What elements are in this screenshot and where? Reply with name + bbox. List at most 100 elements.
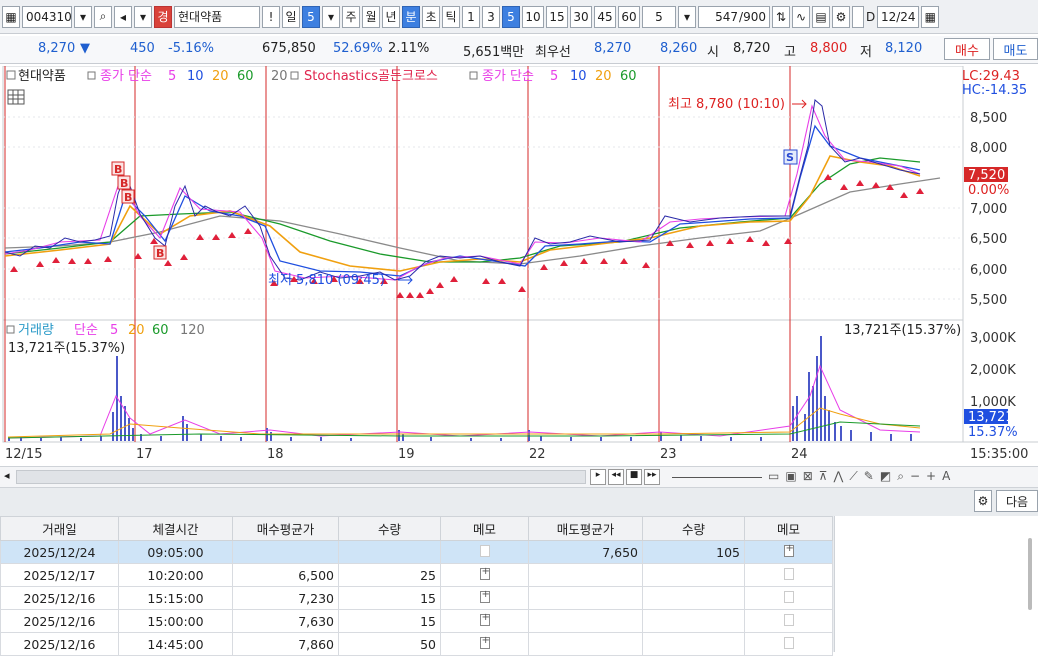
memo-icon[interactable]: [479, 635, 490, 649]
interval-5-button[interactable]: 5: [502, 5, 520, 28]
row-sell-memo[interactable]: [744, 563, 833, 587]
rewind-icon[interactable]: ◂◂: [608, 469, 624, 485]
col-sell-memo[interactable]: 메모: [744, 516, 833, 541]
scroll-left-icon[interactable]: ◂: [4, 469, 10, 482]
period-count-value[interactable]: 5: [302, 5, 320, 28]
row-buy-memo[interactable]: [440, 586, 529, 610]
scroll-track[interactable]: [16, 470, 586, 484]
split-icon[interactable]: ▣: [785, 469, 796, 484]
row-buy-memo[interactable]: [440, 563, 529, 587]
memo-icon[interactable]: [783, 590, 794, 603]
compare-icon[interactable]: ⊠: [803, 469, 813, 484]
line-draw-icon[interactable]: ⟋: [849, 469, 857, 484]
page-count-field[interactable]: 547/900: [698, 5, 770, 28]
turnover-ratio: 2.11%: [388, 41, 430, 56]
col-buy-memo[interactable]: 메모: [440, 516, 529, 541]
grid-settings-gear-icon[interactable]: ⚙: [974, 490, 992, 512]
col-sell-qty[interactable]: 수량: [642, 516, 745, 541]
sell-button[interactable]: 매도: [993, 38, 1038, 60]
date-input[interactable]: 12/24: [877, 5, 920, 28]
chart-scrollbar[interactable]: ◂ ▸ ◂◂ ■ ▸▸ ▭ ▣ ⊠ ⊼ ⋀ ⟋ ✎ ◩ ⌕ − + A: [0, 466, 1038, 488]
gear-icon[interactable]: ⚙: [832, 5, 850, 28]
period-year-button[interactable]: 년: [382, 5, 400, 28]
interval-15-button[interactable]: 15: [546, 5, 568, 28]
memo-icon[interactable]: [479, 566, 490, 580]
interval-30-button[interactable]: 30: [570, 5, 592, 28]
save-icon[interactable]: ▤: [812, 5, 830, 28]
memo-icon[interactable]: [783, 543, 794, 557]
interval-value-input[interactable]: 5: [642, 5, 676, 28]
svg-text:5,500: 5,500: [970, 293, 1007, 308]
stock-menu-icon[interactable]: ▦: [2, 5, 20, 28]
stock-name-field[interactable]: 현대약품: [174, 5, 260, 28]
period-week-button[interactable]: 주: [342, 5, 360, 28]
memo-icon[interactable]: [479, 589, 490, 603]
memo-icon[interactable]: [783, 636, 794, 649]
period-tick-button[interactable]: 틱: [442, 5, 460, 28]
interval-3-button[interactable]: 3: [482, 5, 500, 28]
period-second-button[interactable]: 초: [422, 5, 440, 28]
code-dropdown-icon[interactable]: ▾: [74, 5, 92, 28]
table-row[interactable]: 2025/12/16 14:45:00 7,860 50: [0, 632, 833, 656]
pen-icon[interactable]: ✎: [864, 469, 874, 484]
interval-60-button[interactable]: 60: [618, 5, 640, 28]
drawing-icon[interactable]: ∿: [792, 5, 810, 28]
row-buy-memo[interactable]: [440, 632, 529, 656]
window-icon[interactable]: ▭: [768, 469, 779, 484]
col-trade-date[interactable]: 거래일: [0, 516, 119, 541]
next-stock-icon[interactable]: ▾: [134, 5, 152, 28]
table-row[interactable]: 2025/12/16 15:00:00 7,630 15: [0, 609, 833, 633]
calendar-icon[interactable]: ▦: [921, 5, 940, 28]
trend-icon[interactable]: ⊼: [819, 469, 828, 484]
period-month-button[interactable]: 월: [362, 5, 380, 28]
table-row[interactable]: 2025/12/24 09:05:00 7,650 105: [0, 540, 833, 564]
col-buy-qty[interactable]: 수량: [338, 516, 441, 541]
row-buy-memo[interactable]: [440, 609, 529, 633]
row-sell-memo[interactable]: [744, 632, 833, 656]
next-page-button[interactable]: 다음: [996, 490, 1038, 512]
wave-icon[interactable]: ⋀: [834, 469, 844, 484]
indicator-icon[interactable]: ⇅: [772, 5, 790, 28]
memo-icon[interactable]: [783, 567, 794, 580]
memo-icon[interactable]: [783, 613, 794, 626]
memo-icon[interactable]: [479, 544, 490, 557]
chart-svg[interactable]: 현대약품 종가 단순 5 10 20 60 20 Stochastics골든크로…: [0, 65, 1038, 464]
col-sell-avg[interactable]: 매도평균가: [528, 516, 643, 541]
high-annotation: 최고 8,780 (10:10): [668, 97, 785, 112]
buy-button[interactable]: 매수: [944, 38, 990, 60]
memo-icon[interactable]: [479, 612, 490, 626]
table-row[interactable]: 2025/12/16 15:15:00 7,230 15: [0, 586, 833, 610]
zoom-icon[interactable]: ⌕: [897, 469, 904, 484]
fast-forward-icon[interactable]: ▸▸: [644, 469, 660, 485]
period-day-button[interactable]: 일: [282, 5, 300, 28]
interval-45-button[interactable]: 45: [594, 5, 616, 28]
zoom-in-icon[interactable]: +: [926, 469, 936, 484]
interval-10-button[interactable]: 10: [522, 5, 544, 28]
search-icon[interactable]: ⌕: [94, 5, 112, 28]
row-buy-memo[interactable]: [440, 540, 529, 564]
data-table-icon[interactable]: [7, 89, 25, 105]
table-row[interactable]: 2025/12/17 10:20:00 6,500 25: [0, 563, 833, 587]
row-sell-memo[interactable]: [744, 540, 833, 564]
row-buy-qty: [338, 540, 441, 564]
col-buy-avg[interactable]: 매수평균가: [232, 516, 339, 541]
period-minute-button[interactable]: 분: [402, 5, 420, 28]
col-exec-time[interactable]: 체결시간: [118, 516, 233, 541]
stop-icon[interactable]: ■: [626, 469, 642, 485]
period-dropdown-icon[interactable]: ▾: [322, 5, 340, 28]
stock-code-input[interactable]: 004310: [22, 5, 72, 28]
interval-dropdown-icon[interactable]: ▾: [678, 5, 696, 28]
zoom-ruler[interactable]: [672, 477, 762, 478]
alert-button[interactable]: !: [262, 5, 280, 28]
text-tool-icon[interactable]: A: [942, 469, 950, 484]
interval-1-button[interactable]: 1: [462, 5, 480, 28]
row-sell-memo[interactable]: [744, 609, 833, 633]
date-checkbox[interactable]: [852, 5, 864, 28]
row-sell-memo[interactable]: [744, 586, 833, 610]
grid-scrollbar-thumb[interactable]: [1028, 538, 1032, 610]
play-next-icon[interactable]: ▸: [590, 469, 606, 485]
prev-stock-icon[interactable]: ◂: [114, 5, 132, 28]
chart-area[interactable]: 현대약품 종가 단순 5 10 20 60 20 Stochastics골든크로…: [0, 65, 1038, 464]
zoom-out-icon[interactable]: −: [910, 469, 920, 484]
shape-icon[interactable]: ◩: [880, 469, 891, 484]
